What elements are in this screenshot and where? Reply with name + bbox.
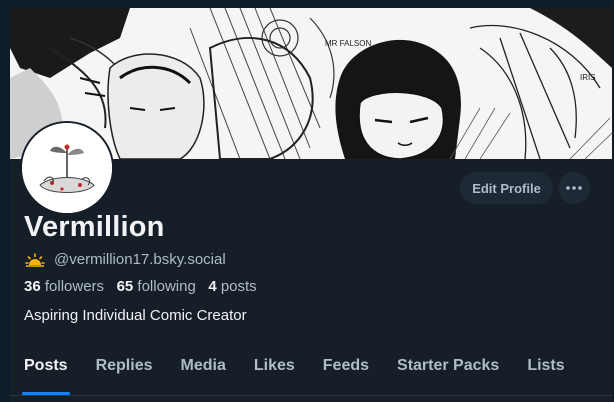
posts-stat: 4 posts — [208, 278, 256, 295]
tab-feeds[interactable]: Feeds — [309, 351, 383, 395]
avatar-plant-illustration — [22, 123, 112, 213]
followers-link[interactable]: 36 followers — [24, 278, 104, 295]
tab-starter-packs[interactable]: Starter Packs — [383, 351, 513, 395]
profile-bio: Aspiring Individual Comic Creator — [24, 307, 247, 324]
followers-label: followers — [44, 278, 105, 295]
tab-replies[interactable]: Replies — [82, 351, 167, 395]
posts-count: 4 — [208, 278, 217, 295]
tab-posts[interactable]: Posts — [10, 351, 82, 395]
following-link[interactable]: 65 following — [117, 278, 196, 295]
ellipsis-icon — [566, 186, 582, 190]
tab-lists[interactable]: Lists — [513, 351, 578, 395]
profile-avatar[interactable] — [20, 121, 114, 215]
profile-panel: MR FALSON IRIS Edit Profile Vermillion @… — [10, 8, 612, 402]
more-options-button[interactable] — [558, 172, 590, 204]
posts-label: posts — [220, 278, 257, 295]
handle-row: @vermillion17.bsky.social — [25, 251, 226, 268]
following-count: 65 — [116, 278, 134, 295]
edit-profile-button[interactable]: Edit Profile — [460, 172, 553, 204]
sun-icon — [25, 252, 45, 267]
display-name: Vermillion — [24, 211, 165, 243]
app-window: MR FALSON IRIS Edit Profile Vermillion @… — [0, 0, 614, 402]
profile-handle[interactable]: @vermillion17.bsky.social — [54, 251, 226, 268]
profile-tabs: Posts Replies Media Likes Feeds Starter … — [10, 351, 612, 396]
tab-media[interactable]: Media — [167, 351, 240, 395]
tab-likes[interactable]: Likes — [240, 351, 309, 395]
following-label: following — [137, 278, 196, 295]
followers-count: 36 — [24, 278, 41, 295]
banner-label-mr-falson: MR FALSON — [325, 39, 371, 48]
banner-label-iris: IRIS — [580, 73, 596, 82]
profile-stats: 36 followers 65 following 4 posts — [24, 278, 257, 295]
